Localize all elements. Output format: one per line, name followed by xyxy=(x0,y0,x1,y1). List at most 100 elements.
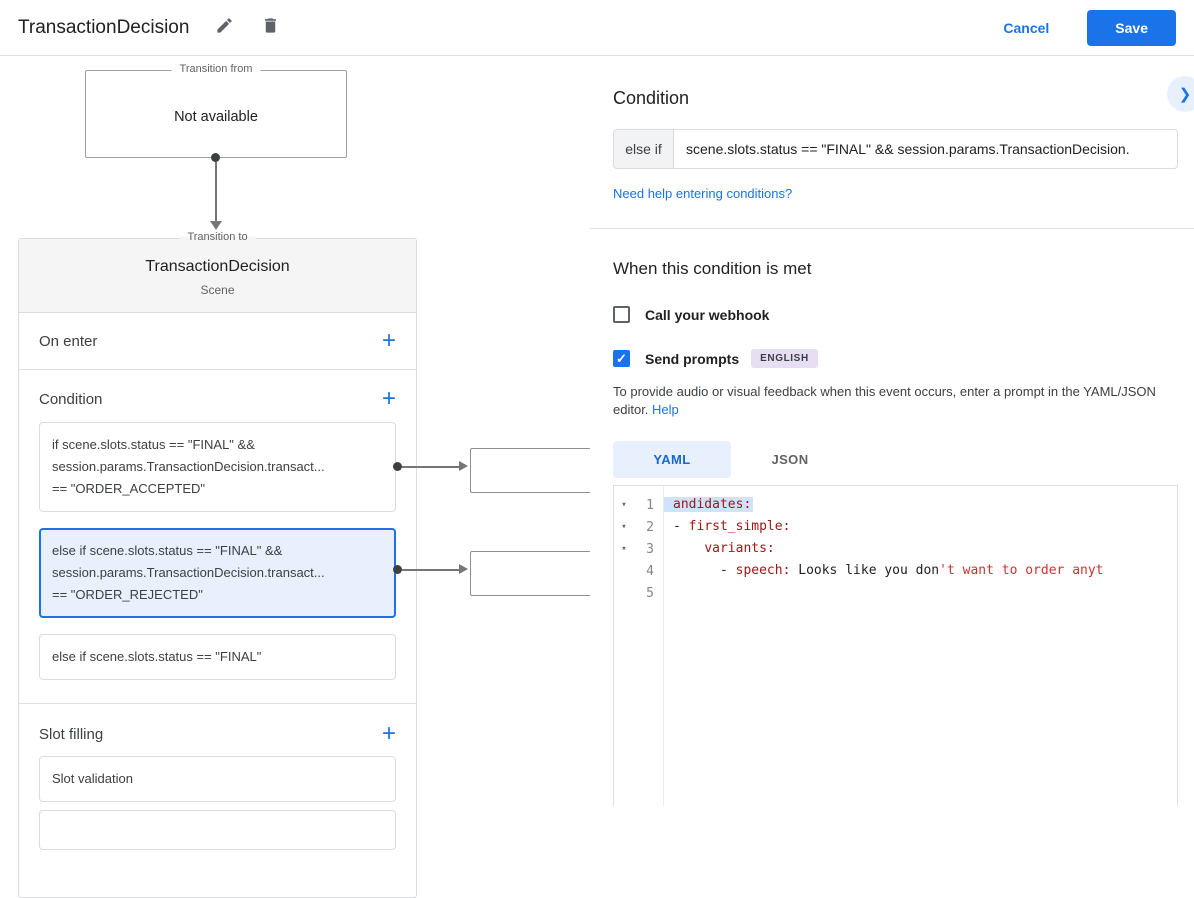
editor-format-tabs: YAML JSON xyxy=(613,441,1178,478)
slot-item-label: Slot validation xyxy=(52,771,133,786)
arrow-down-icon xyxy=(210,221,222,230)
send-prompts-row: ✓ Send prompts ENGLISH xyxy=(613,349,1178,368)
line-number: 1 xyxy=(646,497,654,513)
yaml-dash-token: - xyxy=(673,519,689,534)
transition-to-node: Transition to TransactionDecision Scene … xyxy=(18,231,417,898)
slot-filling-label: Slot filling xyxy=(39,725,104,743)
tab-json[interactable]: JSON xyxy=(731,441,849,478)
save-button[interactable]: Save xyxy=(1087,9,1176,46)
condition-text-line: == "ORDER_REJECTED" xyxy=(52,587,203,602)
checkmark-icon: ✓ xyxy=(616,351,627,366)
gutter-line: ▾ 3 xyxy=(614,538,663,560)
when-condition-met-title: When this condition is met xyxy=(613,259,812,278)
call-webhook-checkbox[interactable] xyxy=(613,306,630,323)
code-line: - first_simple: xyxy=(673,516,1177,538)
yaml-key-token: first_simple: xyxy=(688,519,791,534)
editor-code-area[interactable]: andidates: - first_simple: variants: - s… xyxy=(664,486,1177,806)
code-line: - speech: Looks like you don't want to o… xyxy=(673,560,1177,582)
webhook-row: Call your webhook xyxy=(613,306,1178,323)
condition-editor-row: else if xyxy=(613,129,1178,169)
chevron-right-icon: ❯ xyxy=(1178,86,1192,103)
on-enter-section: On enter + xyxy=(19,313,416,370)
connector-line xyxy=(215,162,217,221)
page-title: TransactionDecision xyxy=(18,16,190,38)
condition-section-label: Condition xyxy=(39,390,103,408)
yaml-code-editor[interactable]: ▾ 1 ▾ 2 ▾ 3 4 5 andidates: - first_simpl… xyxy=(613,485,1178,806)
connector-line xyxy=(402,466,460,468)
scene-card-header[interactable]: Transition to TransactionDecision Scene xyxy=(19,231,416,313)
fold-arrow-icon[interactable]: ▾ xyxy=(614,500,634,510)
gutter-line: 5 xyxy=(614,582,663,604)
clipped-item[interactable] xyxy=(39,810,396,850)
delete-scene-button[interactable] xyxy=(259,17,281,39)
code-line: andidates: xyxy=(664,494,1177,516)
edit-title-button[interactable] xyxy=(213,17,235,39)
condition-item-rejected[interactable]: else if scene.slots.status == "FINAL" &&… xyxy=(39,528,396,618)
connector-dot xyxy=(393,565,402,574)
transition-from-node[interactable]: Transition from Not available xyxy=(85,63,347,158)
panel-title: Condition xyxy=(613,88,690,108)
tab-yaml[interactable]: YAML xyxy=(613,441,731,478)
condition-detail-panel: Condition else if Need help entering con… xyxy=(590,56,1194,806)
transition-to-label: Transition to xyxy=(179,231,256,243)
transition-target-node[interactable] xyxy=(470,551,600,596)
arrow-right-icon xyxy=(459,461,468,471)
transition-from-label: Transition from xyxy=(171,63,261,75)
transition-from-value: Not available xyxy=(174,109,258,125)
add-slot-button[interactable]: + xyxy=(382,722,396,746)
condition-type-label: else if xyxy=(613,129,674,169)
call-webhook-label: Call your webhook xyxy=(645,306,770,323)
send-prompts-label: Send prompts xyxy=(645,350,740,367)
condition-section: Condition + if scene.slots.status == "FI… xyxy=(19,370,416,703)
line-number: 5 xyxy=(646,585,654,601)
gutter-line: ▾ 1 xyxy=(614,494,663,516)
slot-filling-header: Slot filling + xyxy=(19,704,416,756)
condition-expression-input[interactable] xyxy=(674,129,1178,169)
prompt-description-text: To provide audio or visual feedback when… xyxy=(613,384,1156,417)
condition-item-accepted[interactable]: if scene.slots.status == "FINAL" && sess… xyxy=(39,422,396,512)
send-prompts-checkbox[interactable]: ✓ xyxy=(613,350,630,367)
condition-text-line: else if scene.slots.status == "FINAL" xyxy=(52,649,262,664)
fold-arrow-icon[interactable]: ▾ xyxy=(614,544,634,554)
gutter-line: 4 xyxy=(614,560,663,582)
condition-text-line: if scene.slots.status == "FINAL" && xyxy=(52,437,255,452)
yaml-string-token: 't want to order anyt xyxy=(939,563,1104,578)
condition-text-line: else if scene.slots.status == "FINAL" && xyxy=(52,543,283,558)
slot-validation-item[interactable]: Slot validation xyxy=(39,756,396,802)
scene-name: TransactionDecision xyxy=(145,258,290,275)
line-number: 2 xyxy=(646,519,654,535)
line-number: 3 xyxy=(646,541,654,557)
trash-icon xyxy=(261,16,280,40)
gutter-line: ▾ 2 xyxy=(614,516,663,538)
slot-filling-section: Slot filling + Slot validation xyxy=(19,703,416,850)
add-on-enter-button[interactable]: + xyxy=(382,329,396,353)
condition-text-line: session.params.TransactionDecision.trans… xyxy=(52,565,325,580)
transition-target-node[interactable] xyxy=(470,448,600,493)
prompt-help-link[interactable]: Help xyxy=(652,402,679,417)
fold-arrow-icon[interactable]: ▾ xyxy=(614,522,634,532)
line-number: 4 xyxy=(646,563,654,579)
yaml-dash-token: - xyxy=(719,563,736,578)
connector-dot xyxy=(393,462,402,471)
add-condition-button[interactable]: + xyxy=(382,387,396,411)
code-line: variants: xyxy=(673,538,1177,560)
condition-item-final[interactable]: else if scene.slots.status == "FINAL" xyxy=(39,634,396,680)
pencil-icon xyxy=(215,16,234,40)
editor-gutter: ▾ 1 ▾ 2 ▾ 3 4 5 xyxy=(614,486,664,806)
top-bar: TransactionDecision Cancel Save xyxy=(0,0,1194,56)
yaml-key-token: andidates: xyxy=(664,497,754,512)
scene-type-label: Scene xyxy=(200,283,235,297)
arrow-right-icon xyxy=(459,564,468,574)
yaml-indent xyxy=(673,563,720,578)
connector-line xyxy=(402,569,460,571)
cancel-button[interactable]: Cancel xyxy=(1003,20,1049,36)
condition-text-line: == "ORDER_ACCEPTED" xyxy=(52,481,205,496)
connector-dot xyxy=(211,153,220,162)
yaml-key-token: speech: xyxy=(735,563,791,578)
panel-divider xyxy=(590,228,1194,229)
prompt-description: To provide audio or visual feedback when… xyxy=(613,383,1169,419)
conditions-help-link[interactable]: Need help entering conditions? xyxy=(613,186,1178,201)
yaml-key-token: variants: xyxy=(704,541,775,556)
on-enter-label: On enter xyxy=(39,332,98,350)
